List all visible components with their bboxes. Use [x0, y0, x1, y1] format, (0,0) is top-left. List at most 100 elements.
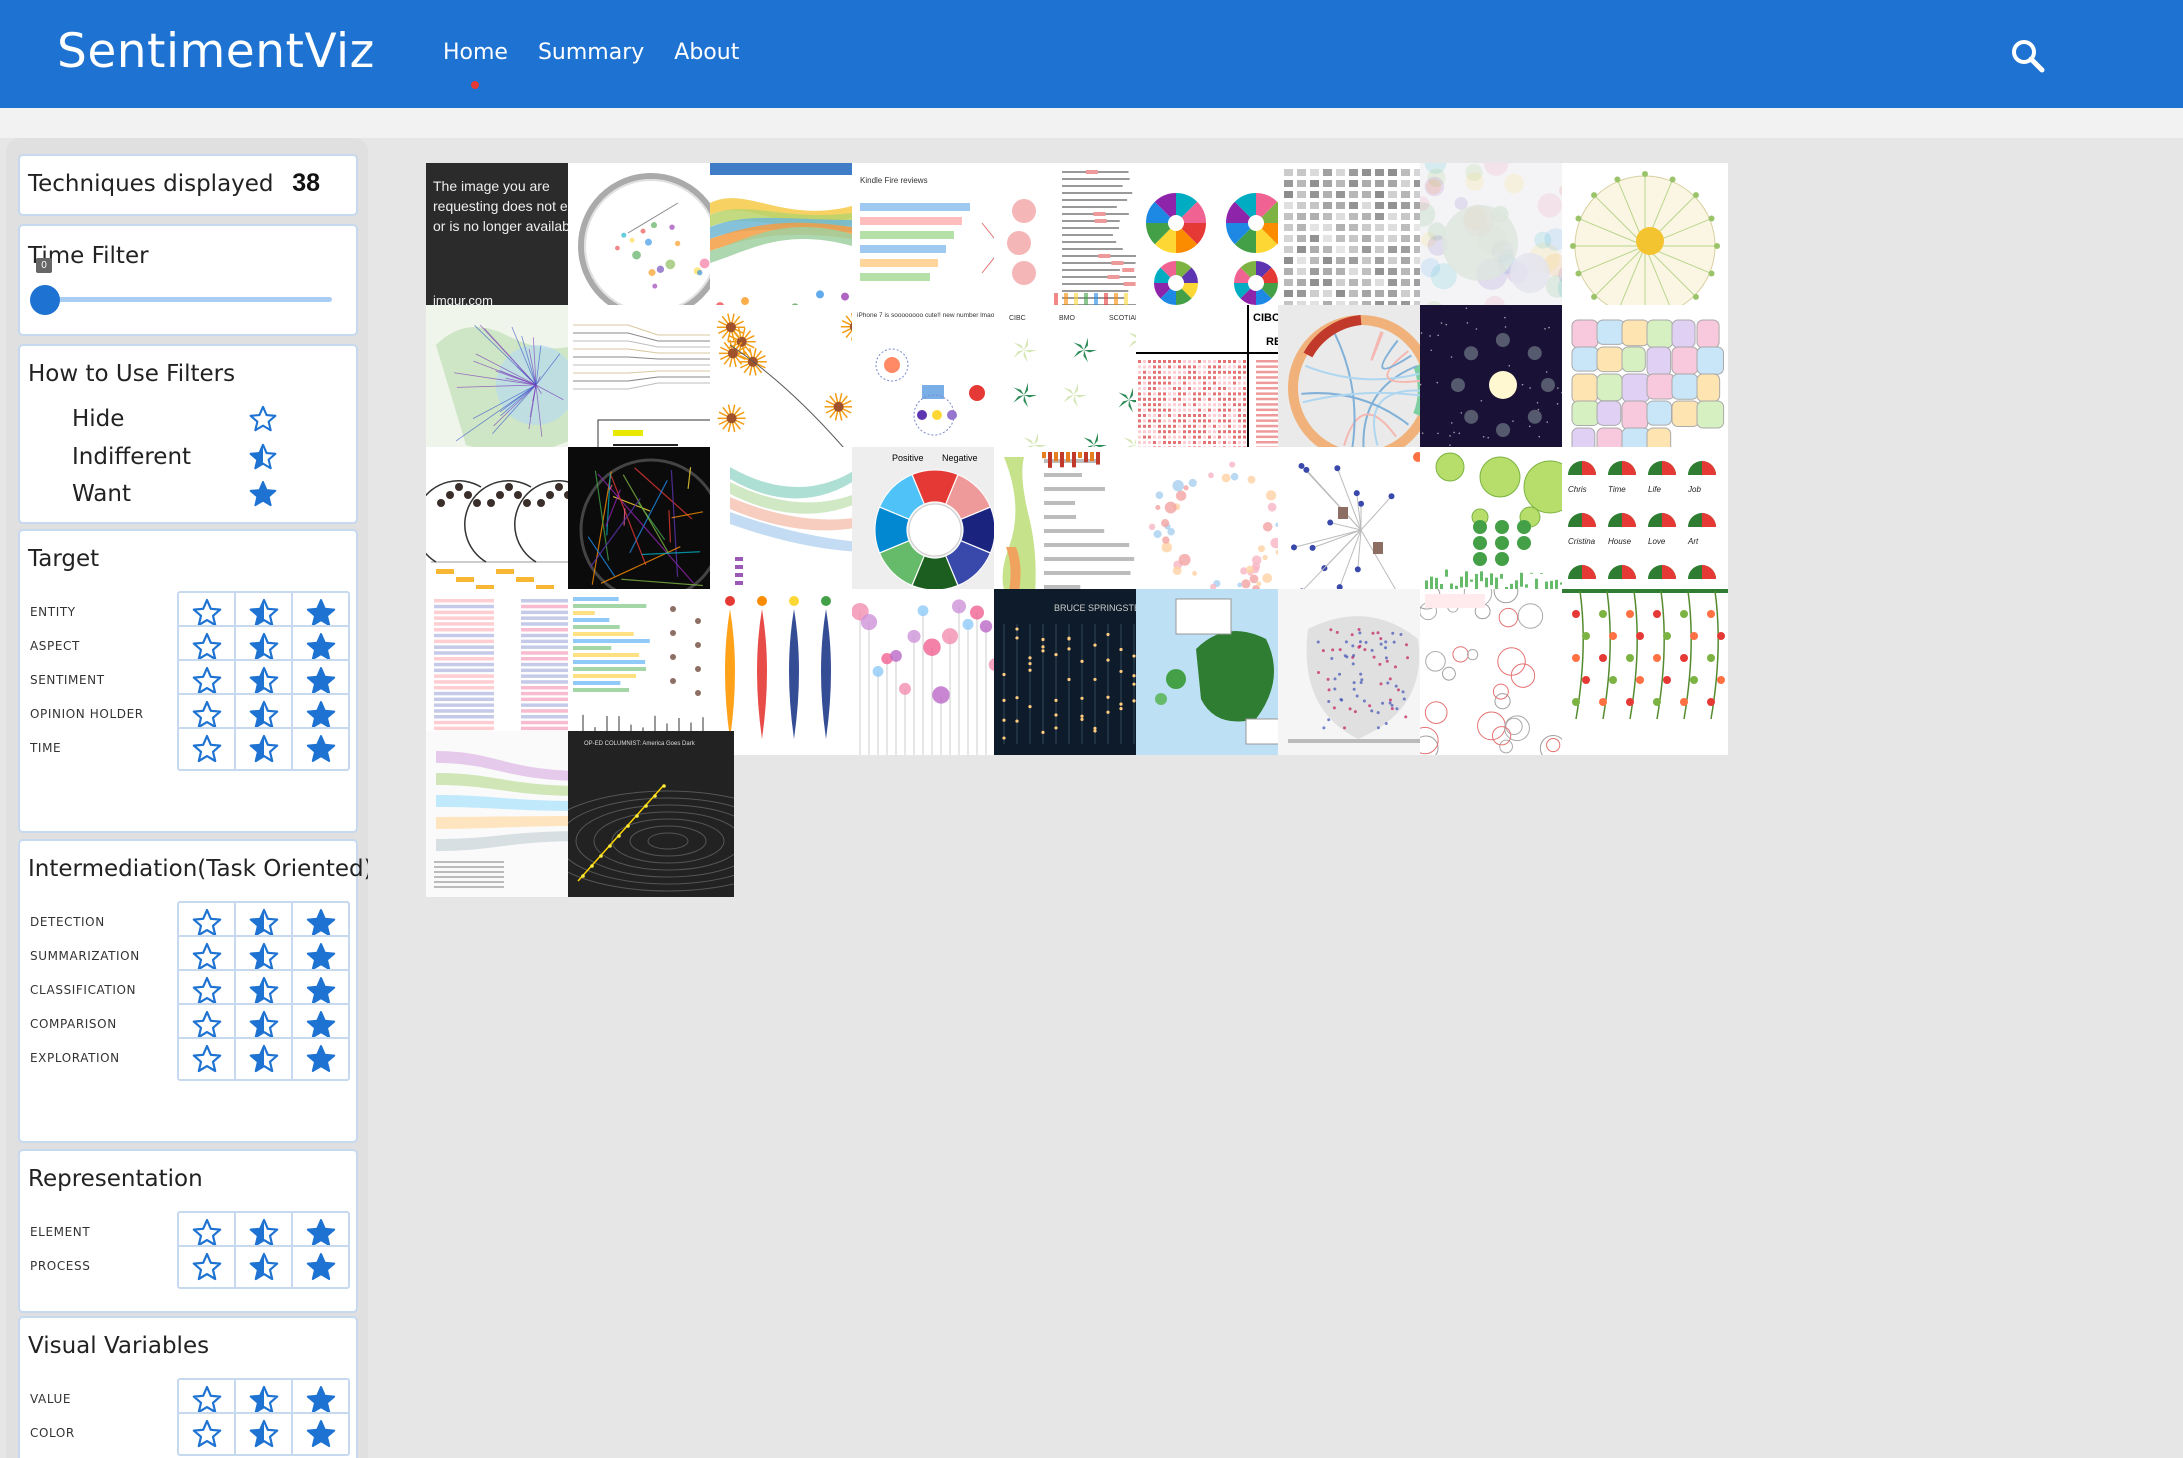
svg-text:BMO: BMO	[1059, 315, 1076, 322]
svg-text:or is no longer available.: or is no longer available.	[433, 218, 585, 234]
star-outline-icon	[191, 733, 223, 765]
indifferent-button[interactable]	[234, 1412, 293, 1456]
filter-label: PROCESS	[30, 1259, 91, 1273]
star-filled-icon	[305, 1043, 337, 1075]
svg-text:CIBC: CIBC	[1253, 312, 1280, 324]
star-half-icon	[248, 733, 280, 765]
star-half-icon	[248, 442, 278, 472]
filter-label: CLASSIFICATION	[30, 983, 137, 997]
nav-summary[interactable]: Summary	[538, 40, 644, 65]
how-to-card: How to Use Filters Hide Indifferent Want	[18, 344, 358, 524]
star-outline-icon	[191, 1251, 223, 1283]
want-button[interactable]	[291, 727, 350, 771]
hide-button[interactable]	[177, 1412, 236, 1456]
hide-button[interactable]	[177, 1245, 236, 1289]
svg-text:Chris: Chris	[1568, 485, 1587, 494]
time-slider-track[interactable]	[42, 297, 332, 302]
techniques-card: Techniques displayed 38	[18, 154, 358, 216]
svg-text:requesting does not exist: requesting does not exist	[433, 198, 589, 214]
star-outline-icon	[248, 404, 278, 434]
hide-button[interactable]	[177, 1037, 236, 1081]
want-button[interactable]	[291, 1412, 350, 1456]
time-filter-card: Time Filter 0	[18, 224, 358, 336]
technique-thumbnail[interactable]: OP-ED COLUMNIST: America Goes Dark	[568, 731, 734, 897]
technique-gallery: The image you are requesting does not exi…	[401, 138, 2183, 1458]
filter-label: OPINION HOLDER	[30, 707, 144, 721]
want-button[interactable]	[291, 1037, 350, 1081]
star-toggle-group	[177, 1037, 350, 1081]
star-half-icon	[248, 1043, 280, 1075]
svg-text:Job: Job	[1687, 485, 1701, 494]
thumbnail-image	[1562, 589, 1728, 720]
visual-variables-title: Visual Variables	[28, 1333, 210, 1359]
filter-label: COMPARISON	[30, 1017, 117, 1031]
legend-hide-label: Hide	[72, 406, 125, 432]
star-filled-icon	[305, 1251, 337, 1283]
filter-label: SENTIMENT	[30, 673, 105, 687]
filter-label: VALUE	[30, 1392, 72, 1406]
svg-text:Love: Love	[1648, 537, 1666, 546]
technique-thumbnail[interactable]	[1562, 589, 1728, 755]
filter-label: ASPECT	[30, 639, 80, 653]
time-slider-value: 0	[36, 258, 52, 273]
filter-row-time: TIME	[20, 727, 356, 771]
legend-want-label: Want	[72, 481, 131, 507]
filter-label: TIME	[30, 741, 62, 755]
svg-text:House: House	[1608, 537, 1632, 546]
indifferent-button[interactable]	[234, 1037, 293, 1081]
star-filled-icon	[305, 1418, 337, 1450]
techniques-count: 38	[292, 169, 320, 197]
filter-row-color: COLOR	[20, 1412, 356, 1456]
star-filled-icon	[305, 733, 337, 765]
intermediation-title: Intermediation(Task Oriented)	[28, 856, 368, 882]
representation-card: Representation ELEMENT PROCESS	[18, 1149, 358, 1313]
filter-row-exploration: EXPLORATION	[20, 1037, 356, 1081]
star-toggle-group	[177, 1245, 350, 1289]
svg-text:iPhone 7 is soooooooo cute!! n: iPhone 7 is soooooooo cute!! new number …	[857, 312, 1002, 319]
header-spacer	[0, 108, 2183, 138]
star-half-icon	[248, 1251, 280, 1283]
star-toggle-group	[177, 727, 350, 771]
filter-label: COLOR	[30, 1426, 75, 1440]
main-nav: Home Summary About	[443, 40, 739, 89]
filter-label: ENTITY	[30, 605, 76, 619]
techniques-label: Techniques displayed	[28, 171, 274, 197]
svg-text:Life: Life	[1648, 485, 1661, 494]
intermediation-card: Intermediation(Task Oriented) DETECTION S…	[18, 839, 368, 1143]
app-header: SentimentViz Home Summary About	[0, 0, 2183, 108]
svg-text:Art: Art	[1687, 537, 1699, 546]
svg-text:CIBC: CIBC	[1009, 315, 1026, 322]
visual-variables-card: Visual Variables VALUE COLOR	[18, 1316, 358, 1458]
thumbnail-image: OP-ED COLUMNIST: America Goes Dark	[568, 731, 734, 897]
target-card: Target ENTITY ASPECT SENTIMENT OPINION HOLD…	[18, 529, 358, 833]
legend-indifferent-label: Indifferent	[72, 444, 192, 470]
indifferent-button[interactable]	[234, 1245, 293, 1289]
hide-button[interactable]	[177, 727, 236, 771]
svg-text:Kindle Fire reviews: Kindle Fire reviews	[860, 176, 928, 185]
indifferent-button[interactable]	[234, 727, 293, 771]
svg-text:OP-ED COLUMNIST: America Goes: OP-ED COLUMNIST: America Goes Dark	[584, 741, 696, 747]
search-icon[interactable]	[2008, 36, 2048, 76]
svg-text:Cristina: Cristina	[1568, 537, 1596, 546]
star-outline-icon	[191, 1418, 223, 1450]
svg-text:Negative: Negative	[942, 453, 978, 463]
filter-sidebar: Techniques displayed 38 Time Filter 0 Ho…	[6, 138, 368, 1458]
nav-about[interactable]: About	[674, 40, 739, 65]
star-toggle-group	[177, 1412, 350, 1456]
filter-label: ELEMENT	[30, 1225, 91, 1239]
target-title: Target	[28, 546, 100, 572]
nav-home[interactable]: Home	[443, 40, 508, 89]
filter-label: EXPLORATION	[30, 1051, 120, 1065]
want-button[interactable]	[291, 1245, 350, 1289]
svg-text:Time: Time	[1608, 485, 1626, 494]
filter-label: DETECTION	[30, 915, 105, 929]
star-half-icon	[248, 1418, 280, 1450]
star-filled-icon	[248, 479, 278, 509]
filter-label: SUMMARIZATION	[30, 949, 140, 963]
representation-title: Representation	[28, 1166, 203, 1192]
time-slider-handle[interactable]	[30, 285, 60, 315]
star-outline-icon	[191, 1043, 223, 1075]
brand-logo[interactable]: SentimentViz	[57, 24, 375, 79]
svg-text:The image you are: The image you are	[433, 178, 550, 194]
svg-text:Positive: Positive	[892, 453, 924, 463]
